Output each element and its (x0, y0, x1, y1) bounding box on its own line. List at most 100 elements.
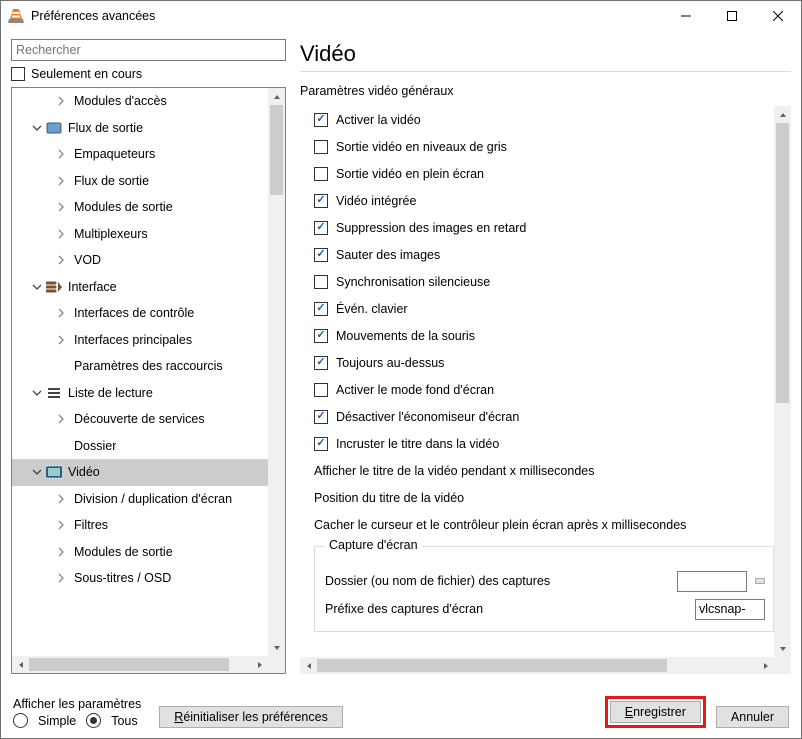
option-label: Activer la vidéo (336, 113, 421, 127)
category-tree[interactable]: Modules d'accès Flux de sortie Empaqueteur… (11, 87, 286, 674)
chevron-right-icon (56, 573, 70, 583)
tree-item-label: Dossier (74, 439, 116, 453)
option-checkbox[interactable] (314, 410, 328, 424)
page-title: Vidéo (300, 41, 791, 67)
option-label: Mouvements de la souris (336, 329, 475, 343)
field-input[interactable] (695, 599, 765, 620)
chevron-right-icon (56, 414, 70, 424)
tree-item[interactable]: Modules de sortie (12, 539, 268, 566)
tree-item-label: Multiplexeurs (74, 227, 148, 241)
setting-label: Position du titre de la vidéo (314, 484, 774, 511)
option-checkbox[interactable] (314, 302, 328, 316)
window-minimize-button[interactable] (663, 1, 709, 31)
tree-item[interactable]: Multiplexeurs (12, 221, 268, 248)
option-checkbox[interactable] (314, 275, 328, 289)
tree-item-label: Liste de lecture (68, 386, 153, 400)
tree-item-label: Interfaces principales (74, 333, 192, 347)
chevron-down-icon (32, 388, 46, 398)
radio-all[interactable] (86, 713, 101, 728)
tree-item-label: Flux de sortie (68, 121, 143, 135)
only-current-label: Seulement en cours (31, 67, 142, 81)
chevron-right-icon (56, 520, 70, 530)
option-checkbox[interactable] (314, 329, 328, 343)
window-maximize-button[interactable] (709, 1, 755, 31)
option-checkbox[interactable] (314, 437, 328, 451)
divider (300, 71, 791, 72)
option-label: Activer le mode fond d'écran (336, 383, 494, 397)
tree-item-label: Modules d'accès (74, 94, 167, 108)
tree-item-label: Empaqueteurs (74, 147, 155, 161)
setting-label: Afficher le titre de la vidéo pendant x … (314, 457, 774, 484)
tree-item[interactable]: Interface (12, 274, 268, 301)
tree-item-label: VOD (74, 253, 101, 267)
option-label: Sortie vidéo en niveaux de gris (336, 140, 507, 154)
option-checkbox[interactable] (314, 167, 328, 181)
tree-item[interactable]: Interfaces de contrôle (12, 300, 268, 327)
tree-item-label: Interface (68, 280, 117, 294)
tree-vertical-scrollbar[interactable] (268, 88, 285, 656)
section-title: Paramètres vidéo généraux (300, 84, 791, 98)
option-checkbox[interactable] (314, 140, 328, 154)
search-input[interactable] (11, 39, 286, 61)
option-checkbox[interactable] (314, 248, 328, 262)
tree-item[interactable]: Filtres (12, 512, 268, 539)
tree-item[interactable]: Division / duplication d'écran (12, 486, 268, 513)
option-label: Désactiver l'économiseur d'écran (336, 410, 519, 424)
tree-item[interactable]: Sous-titres / OSD (12, 565, 268, 592)
chevron-right-icon (56, 229, 70, 239)
option-label: Toujours au-dessus (336, 356, 444, 370)
tree-item[interactable]: Modules d'accès (12, 88, 268, 115)
radio-simple-label: Simple (38, 714, 76, 728)
field-label: Préfixe des captures d'écran (325, 602, 687, 616)
tree-item-label: Modules de sortie (74, 545, 173, 559)
field-input[interactable] (677, 571, 747, 592)
tree-item[interactable]: Paramètres des raccourcis (12, 353, 268, 380)
tree-item-label: Division / duplication d'écran (74, 492, 232, 506)
option-checkbox[interactable] (314, 113, 328, 127)
only-current-checkbox[interactable] (11, 67, 25, 81)
save-highlight: Enregistrer (605, 696, 706, 728)
tree-item[interactable]: Liste de lecture (12, 380, 268, 407)
tree-item[interactable]: Empaqueteurs (12, 141, 268, 168)
tree-item[interactable]: Interfaces principales (12, 327, 268, 354)
tree-item[interactable]: Découverte de services (12, 406, 268, 433)
chevron-right-icon (56, 547, 70, 557)
chevron-right-icon (56, 96, 70, 106)
chevron-right-icon (56, 308, 70, 318)
tree-item[interactable]: Dossier (12, 433, 268, 460)
option-label: Évén. clavier (336, 302, 408, 316)
tree-item-label: Vidéo (68, 465, 100, 479)
option-checkbox[interactable] (314, 221, 328, 235)
option-checkbox[interactable] (314, 194, 328, 208)
chevron-right-icon (56, 494, 70, 504)
cancel-button[interactable]: Annuler (716, 706, 789, 728)
tree-item-label: Flux de sortie (74, 174, 149, 188)
settings-vertical-scrollbar[interactable] (774, 106, 791, 657)
browse-button[interactable] (755, 578, 765, 584)
tree-item[interactable]: Flux de sortie (12, 168, 268, 195)
app-icon (7, 7, 25, 25)
option-checkbox[interactable] (314, 356, 328, 370)
tree-item[interactable]: Flux de sortie (12, 115, 268, 142)
reset-preferences-button[interactable]: Réinitialiser les préférences (159, 706, 343, 728)
chevron-right-icon (56, 335, 70, 345)
option-checkbox[interactable] (314, 383, 328, 397)
playlist-icon (46, 385, 64, 401)
window-title: Préférences avancées (31, 9, 663, 23)
chevron-right-icon (56, 176, 70, 186)
radio-all-label: Tous (111, 714, 137, 728)
radio-simple[interactable] (13, 713, 28, 728)
tree-item[interactable]: Modules de sortie (12, 194, 268, 221)
tree-item-label: Sous-titres / OSD (74, 571, 171, 585)
option-label: Sauter des images (336, 248, 440, 262)
tree-item[interactable]: Vidéo (12, 459, 268, 486)
show-settings-title: Afficher les paramètres (13, 697, 141, 711)
save-button[interactable]: Enregistrer (610, 701, 701, 723)
tree-item[interactable]: VOD (12, 247, 268, 274)
window-close-button[interactable] (755, 1, 801, 31)
chevron-down-icon (32, 467, 46, 477)
tree-item-label: Filtres (74, 518, 108, 532)
tree-horizontal-scrollbar[interactable] (12, 656, 268, 673)
settings-horizontal-scrollbar[interactable] (300, 657, 774, 674)
field-label: Dossier (ou nom de fichier) des captures (325, 574, 669, 588)
